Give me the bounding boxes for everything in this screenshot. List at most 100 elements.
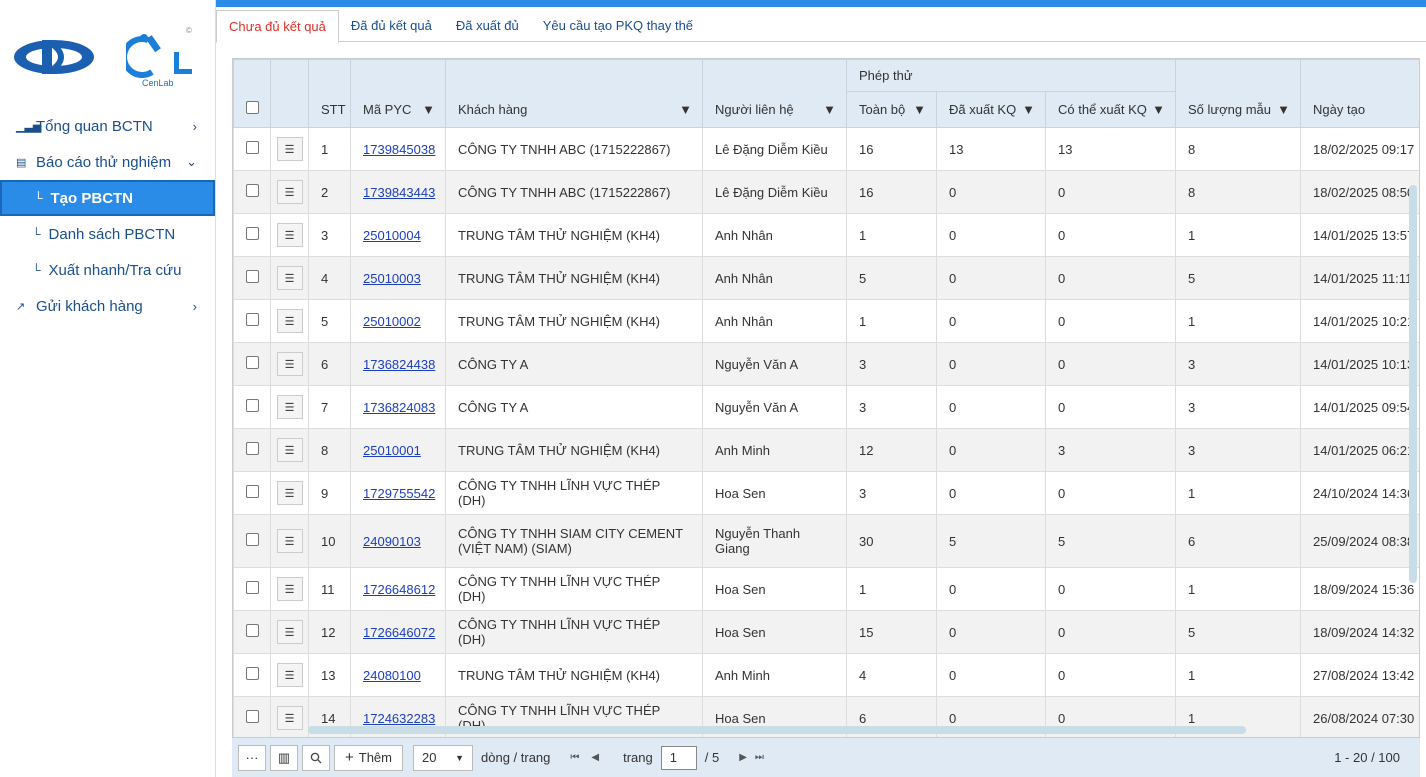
table-row[interactable]: ☰ 12 1726646072 CÔNG TY TNHH LĨNH VỰC THÉP …: [233, 610, 1419, 654]
row-menu-button[interactable]: ☰: [276, 352, 303, 376]
table-row[interactable]: ☰ 2 1739843443 CÔNG TY TNHH ABC (1715222867…: [233, 170, 1419, 214]
menu-item-create-pbctn[interactable]: └ Tạo PBCTN: [0, 180, 215, 216]
menu-item-send-customer[interactable]: ↗ Gửi khách hàng ›: [0, 288, 215, 324]
tab-replacement-requests[interactable]: Yêu cầu tạo PKQ thay thế: [531, 10, 705, 41]
table-row[interactable]: ☰ 5 25010002 TRUNG TÂM THỬ NGHIỆM (KH4) Anh …: [233, 299, 1419, 343]
pyc-link[interactable]: 25010003: [363, 271, 421, 286]
horizontal-scrollbar[interactable]: [308, 726, 1246, 734]
row-menu-button[interactable]: ☰: [276, 309, 303, 333]
filter-icon[interactable]: ▼: [422, 102, 435, 117]
select-all-checkbox[interactable]: [245, 101, 259, 114]
page-size-select[interactable]: 20 ▼: [413, 744, 473, 771]
row-select-cell: [233, 696, 271, 737]
row-menu-button[interactable]: ☰: [276, 577, 303, 601]
row-menu-button[interactable]: ☰: [276, 663, 303, 687]
column-header-pyc[interactable]: Mã PYC ▼: [350, 59, 446, 128]
pyc-link[interactable]: 25010001: [363, 443, 421, 458]
cell-contact: Hoa Sen: [702, 471, 847, 515]
pyc-link[interactable]: 24080100: [363, 668, 421, 683]
table-row[interactable]: ☰ 4 25010003 TRUNG TÂM THỬ NGHIỆM (KH4) Anh …: [233, 256, 1419, 300]
menu-item-overview[interactable]: ▁▃▅ Tổng quan BCTN ›: [0, 108, 215, 144]
column-header-exported[interactable]: Đã xuất KQ ▼: [936, 91, 1046, 128]
row-checkbox[interactable]: [245, 184, 259, 197]
filter-icon[interactable]: ▼: [913, 102, 926, 117]
pyc-link[interactable]: 1729755542: [363, 486, 435, 501]
pyc-link[interactable]: 25010002: [363, 314, 421, 329]
column-header-customer[interactable]: Khách hàng ▼: [445, 59, 703, 128]
table-row[interactable]: ☰ 9 1729755542 CÔNG TY TNHH LĨNH VỰC THÉP (…: [233, 471, 1419, 515]
row-checkbox[interactable]: [245, 581, 259, 594]
table-row[interactable]: ☰ 8 25010001 TRUNG TÂM THỬ NGHIỆM (KH4) Anh …: [233, 428, 1419, 472]
filter-icon[interactable]: ▼: [1152, 102, 1165, 117]
table-row[interactable]: ☰ 7 1736824083 CÔNG TY A Nguyễn Văn A 3 0 0 3 14/…: [233, 385, 1419, 429]
pyc-link[interactable]: 1726646072: [363, 625, 435, 640]
row-menu-button[interactable]: ☰: [276, 481, 303, 505]
row-menu-button[interactable]: ☰: [276, 395, 303, 419]
row-checkbox[interactable]: [245, 227, 259, 240]
column-header-can-export[interactable]: Có thể xuất KQ ▼: [1044, 91, 1177, 128]
row-menu-button[interactable]: ☰: [276, 223, 303, 247]
column-header-total[interactable]: Toàn bộ ▼: [846, 91, 937, 128]
row-checkbox[interactable]: [245, 533, 259, 546]
pyc-link[interactable]: 1726648612: [363, 582, 435, 597]
menu-item-quick-export[interactable]: └ Xuất nhanh/Tra cứu: [0, 252, 215, 288]
add-button[interactable]: + Thêm: [334, 744, 403, 771]
row-menu-button[interactable]: ☰: [276, 266, 303, 290]
cell-total: 16: [846, 127, 937, 171]
filter-icon[interactable]: ▼: [1277, 102, 1290, 117]
row-checkbox[interactable]: [245, 399, 259, 412]
row-menu-button[interactable]: ☰: [276, 137, 303, 161]
table-row[interactable]: ☰ 1 1739845038 CÔNG TY TNHH ABC (1715222867…: [233, 127, 1419, 171]
menu-item-test-reports[interactable]: ▤ Báo cáo thử nghiệm ⌄: [0, 144, 215, 180]
row-menu-button[interactable]: ☰: [276, 529, 303, 553]
row-checkbox[interactable]: [245, 667, 259, 680]
row-checkbox[interactable]: [245, 485, 259, 498]
column-header-created[interactable]: Ngày tạo: [1300, 59, 1419, 128]
row-checkbox[interactable]: [245, 624, 259, 637]
table-row[interactable]: ☰ 11 1726648612 CÔNG TY TNHH LĨNH VỰC THÉP …: [233, 567, 1419, 611]
filter-icon[interactable]: ▼: [1022, 102, 1035, 117]
table-row[interactable]: ☰ 13 24080100 TRUNG TÂM THỬ NGHIỆM (KH4) Anh…: [233, 653, 1419, 697]
more-options-button[interactable]: ···: [238, 744, 266, 771]
table-row[interactable]: ☰ 6 1736824438 CÔNG TY A Nguyễn Văn A 3 0 0 3 14/…: [233, 342, 1419, 386]
row-action-cell: ☰: [270, 653, 309, 697]
row-menu-button[interactable]: ☰: [276, 438, 303, 462]
next-page-icon[interactable]: ▶: [739, 752, 747, 763]
previous-page-icon[interactable]: ◀: [591, 752, 599, 763]
row-action-cell: ☰: [270, 567, 309, 611]
row-checkbox[interactable]: [245, 313, 259, 326]
vertical-scrollbar[interactable]: [1409, 185, 1417, 583]
row-checkbox[interactable]: [245, 270, 259, 283]
menu-item-pbctn-list[interactable]: └ Danh sách PBCTN: [0, 216, 215, 252]
table-row[interactable]: ☰ 10 24090103 CÔNG TY TNHH SIAM CITY CEMENT…: [233, 514, 1419, 568]
column-chooser-button[interactable]: ▥: [270, 744, 298, 771]
pyc-link[interactable]: 1736824083: [363, 400, 435, 415]
pyc-link[interactable]: 24090103: [363, 534, 421, 549]
tab-incomplete-results[interactable]: Chưa đủ kết quả: [216, 10, 339, 43]
pyc-link[interactable]: 1724632283: [363, 711, 435, 726]
row-checkbox[interactable]: [245, 141, 259, 154]
filter-icon[interactable]: ▼: [823, 102, 836, 117]
row-checkbox[interactable]: [245, 710, 259, 723]
page-number-input[interactable]: 1: [660, 745, 697, 770]
table-row[interactable]: ☰ 3 25010004 TRUNG TÂM THỬ NGHIỆM (KH4) Anh …: [233, 213, 1419, 257]
pyc-link[interactable]: 1736824438: [363, 357, 435, 372]
filter-icon[interactable]: ▼: [679, 102, 692, 117]
last-page-icon[interactable]: ⏭: [755, 752, 764, 763]
pyc-link[interactable]: 1739845038: [363, 142, 435, 157]
search-button[interactable]: [302, 744, 330, 771]
column-header-contact[interactable]: Người liên hệ ▼: [702, 59, 847, 128]
column-header-samples[interactable]: Số lượng mẫu ▼: [1175, 59, 1302, 128]
row-checkbox[interactable]: [245, 356, 259, 369]
row-menu-button[interactable]: ☰: [276, 706, 303, 730]
row-menu-button[interactable]: ☰: [276, 180, 303, 204]
row-select-cell: [233, 213, 271, 257]
row-menu-button[interactable]: ☰: [276, 620, 303, 644]
row-checkbox[interactable]: [245, 442, 259, 455]
first-page-icon[interactable]: ⏮: [570, 752, 579, 763]
list-icon: ☰: [284, 358, 295, 371]
tab-fully-exported[interactable]: Đã xuất đủ: [444, 10, 531, 41]
pyc-link[interactable]: 1739843443: [363, 185, 435, 200]
pyc-link[interactable]: 25010004: [363, 228, 421, 243]
tab-complete-results[interactable]: Đã đủ kết quả: [339, 10, 444, 41]
